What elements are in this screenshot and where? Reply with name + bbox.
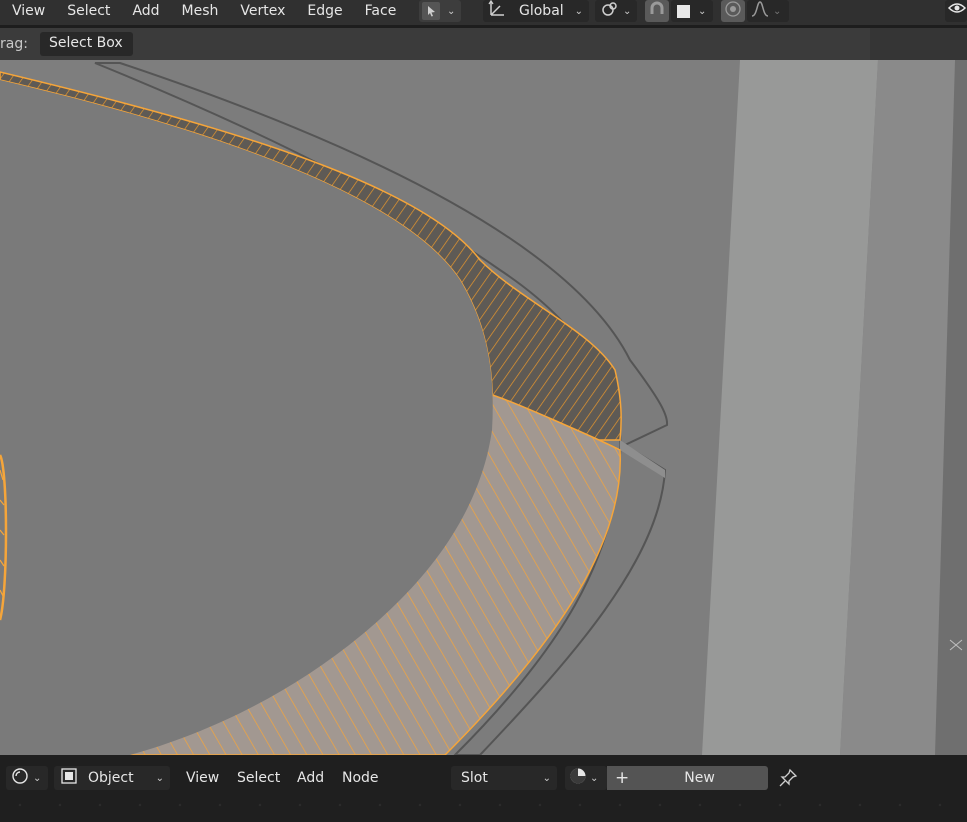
object-icon	[60, 767, 78, 789]
snap-icon	[600, 0, 620, 23]
slot-dropdown[interactable]: Slot ⌄	[451, 766, 557, 790]
menu-face[interactable]: Face	[354, 0, 408, 25]
shader-editor-icon	[11, 767, 29, 789]
menu-edge[interactable]: Edge	[296, 0, 353, 25]
snap-toggle[interactable]	[645, 0, 669, 22]
transform-orientation-dropdown[interactable]: Global ⌄	[483, 0, 589, 22]
new-material-button[interactable]: + New	[607, 766, 768, 790]
tool-settings-bar: rag:	[0, 28, 967, 60]
drag-select-value: Select Box	[49, 35, 123, 51]
node-menu-view[interactable]: View	[186, 770, 219, 786]
proportional-edit-icon	[724, 0, 742, 22]
pin-button[interactable]	[778, 768, 798, 792]
3d-viewport[interactable]	[0, 60, 967, 755]
visibility-dropdown[interactable]	[945, 0, 967, 22]
snap-target-dropdown[interactable]: ⌄	[671, 0, 713, 22]
falloff-dropdown[interactable]: ⌄	[747, 0, 789, 22]
material-browse-dropdown[interactable]: ⌄	[565, 766, 607, 790]
select-mode-dropdown[interactable]: ⌄	[419, 0, 461, 22]
slot-label: Slot	[461, 770, 488, 786]
menu-vertex[interactable]: Vertex	[229, 0, 296, 25]
orientation-icon	[487, 0, 507, 23]
pivot-dropdown[interactable]: ⌄	[595, 0, 637, 22]
editor-type-dropdown[interactable]: ⌄	[6, 766, 48, 790]
select-mode-icon	[422, 2, 440, 20]
material-sphere-icon	[569, 767, 587, 789]
menu-view[interactable]: View	[0, 0, 56, 25]
visibility-icon	[947, 0, 967, 23]
node-menu-select[interactable]: Select	[237, 770, 280, 786]
proportional-edit-toggle[interactable]	[721, 0, 745, 22]
tool-settings-right-region	[870, 28, 967, 60]
magnet-icon	[647, 0, 667, 23]
shading-square-icon	[677, 4, 690, 18]
node-menu-add[interactable]: Add	[297, 770, 324, 786]
plus-icon: +	[615, 768, 630, 788]
object-mode-label: Object	[88, 770, 134, 786]
new-material-label: New	[684, 770, 715, 786]
node-editor-grid	[0, 800, 967, 810]
menu-add[interactable]: Add	[121, 0, 170, 25]
menu-select[interactable]: Select	[56, 0, 121, 25]
drag-select-dropdown[interactable]: Select Box ⌄	[40, 32, 133, 73]
menu-mesh[interactable]: Mesh	[171, 0, 230, 25]
object-mode-dropdown[interactable]: Object ⌄	[54, 766, 170, 790]
orientation-label: Global	[519, 3, 564, 19]
shader-editor-toolbar: ⌄ Object ⌄ View Select Add Node Slot ⌄ ⌄…	[0, 762, 967, 794]
viewport-scene	[0, 60, 967, 755]
node-menu-node[interactable]: Node	[342, 770, 379, 786]
pin-icon	[778, 768, 798, 792]
drag-label: rag:	[0, 36, 28, 52]
falloff-curve-icon	[750, 0, 770, 23]
